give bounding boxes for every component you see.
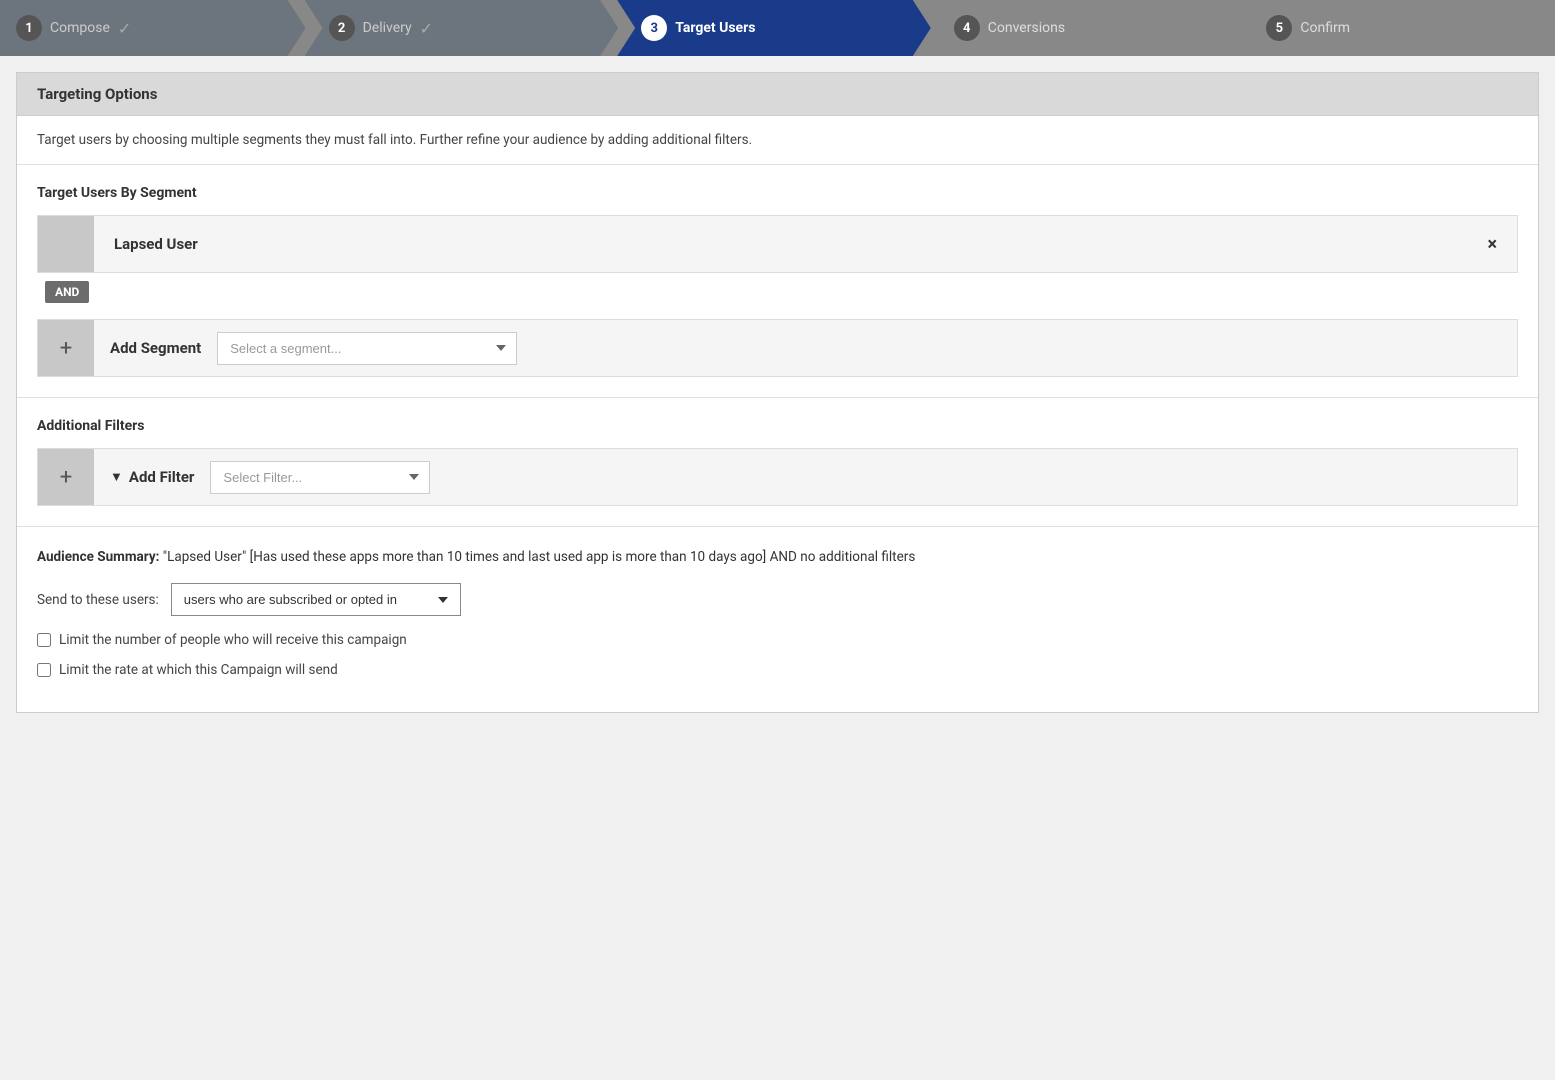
- check-compose: ✓: [118, 19, 131, 38]
- add-filter-label: ▼ Add Filter: [94, 468, 210, 486]
- limit-number-label: Limit the number of people who will rece…: [59, 632, 407, 648]
- wizard-step-confirm[interactable]: 5 Confirm: [1242, 0, 1555, 56]
- segment-name: Lapsed User: [94, 235, 1467, 253]
- limit-rate-label: Limit the rate at which this Campaign wi…: [59, 662, 338, 678]
- segment-section-title: Target Users By Segment: [37, 185, 1518, 201]
- targeting-options-title: Targeting Options: [37, 85, 157, 103]
- step-label-conversions: Conversions: [988, 20, 1065, 36]
- segment-section: Target Users By Segment Lapsed User × AN…: [17, 165, 1538, 398]
- limit-number-row: Limit the number of people who will rece…: [37, 632, 1518, 648]
- filters-title: Additional Filters: [37, 418, 1518, 434]
- limit-rate-checkbox[interactable]: [37, 663, 51, 677]
- step-num-confirm: 5: [1266, 15, 1292, 41]
- send-to-row: Send to these users: users who are subsc…: [37, 583, 1518, 616]
- limit-number-checkbox[interactable]: [37, 633, 51, 647]
- step-label-compose: Compose: [50, 20, 110, 36]
- audience-summary-detail: "Lapsed User" [Has used these apps more …: [163, 549, 916, 565]
- lapsed-user-segment-row: Lapsed User ×: [37, 215, 1518, 273]
- audience-section: Audience Summary: "Lapsed User" [Has use…: [17, 527, 1538, 712]
- wizard-step-conversions[interactable]: 4 Conversions: [930, 0, 1244, 56]
- wizard-step-compose[interactable]: 1 Compose ✓: [0, 0, 306, 56]
- main-content: Targeting Options Target users by choosi…: [16, 72, 1539, 713]
- filter-icon: ▼: [110, 469, 123, 485]
- step-num-delivery: 2: [329, 15, 355, 41]
- wizard-step-target-users[interactable]: 3 Target Users: [617, 0, 931, 56]
- step-num-conversions: 4: [954, 15, 980, 41]
- step-label-delivery: Delivery: [363, 20, 412, 36]
- add-segment-row: + Add Segment Select a segment...: [37, 319, 1518, 377]
- audience-summary-label: Audience Summary:: [37, 549, 159, 565]
- wizard-bar: 1 Compose ✓ 2 Delivery ✓ 3 Target Users …: [0, 0, 1555, 56]
- filter-select[interactable]: Select Filter...: [210, 461, 430, 494]
- add-segment-icon-box[interactable]: +: [38, 320, 94, 376]
- send-to-label: Send to these users:: [37, 592, 159, 608]
- step-label-target: Target Users: [675, 20, 755, 36]
- segment-icon-box: [38, 216, 94, 272]
- remove-segment-button[interactable]: ×: [1467, 234, 1517, 255]
- segment-select[interactable]: Select a segment...: [217, 332, 517, 365]
- filters-section: Additional Filters + ▼ Add Filter Select…: [17, 398, 1538, 527]
- send-to-select[interactable]: users who are subscribed or opted in: [171, 583, 461, 616]
- limit-rate-row: Limit the rate at which this Campaign wi…: [37, 662, 1518, 678]
- and-connector: AND: [45, 281, 89, 303]
- step-num-target: 3: [641, 15, 667, 41]
- targeting-options-header: Targeting Options: [17, 73, 1538, 116]
- targeting-description: Target users by choosing multiple segmen…: [17, 116, 1538, 165]
- filter-row: + ▼ Add Filter Select Filter...: [37, 448, 1518, 506]
- add-segment-label: Add Segment: [94, 339, 217, 357]
- step-num-compose: 1: [16, 15, 42, 41]
- wizard-step-delivery[interactable]: 2 Delivery ✓: [305, 0, 619, 56]
- audience-summary-text: Audience Summary: "Lapsed User" [Has use…: [37, 547, 1518, 567]
- check-delivery: ✓: [420, 19, 433, 38]
- step-label-confirm: Confirm: [1300, 20, 1350, 36]
- add-filter-icon-box[interactable]: +: [38, 449, 94, 505]
